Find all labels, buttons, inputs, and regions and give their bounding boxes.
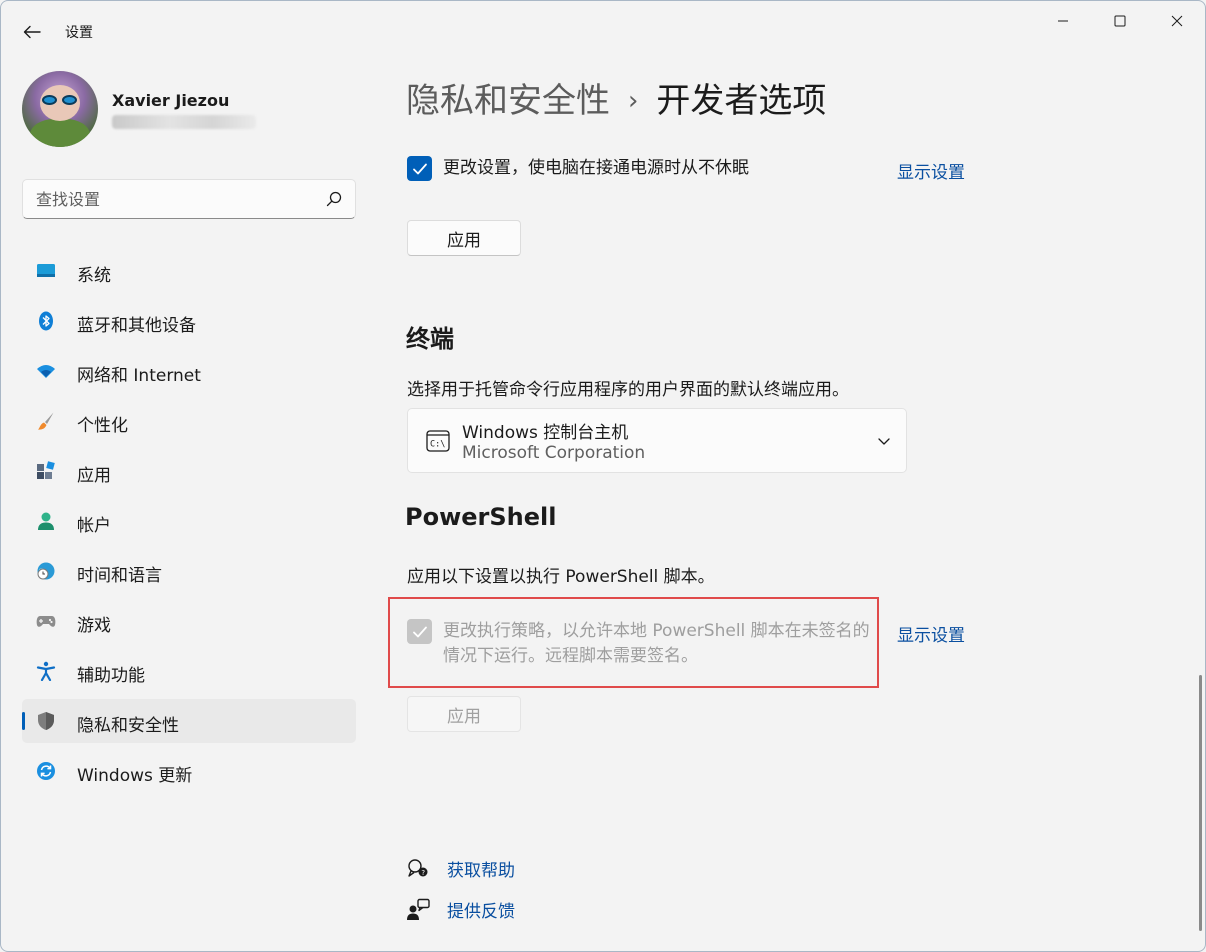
search-input[interactable]	[23, 180, 313, 218]
sidebar-item-gaming[interactable]: 游戏	[22, 599, 356, 643]
sidebar-item-accounts[interactable]: 帐户	[22, 499, 356, 543]
maximize-button[interactable]	[1091, 1, 1149, 41]
breadcrumb-parent-link[interactable]: 隐私和安全性	[406, 81, 610, 121]
powershell-execution-policy-label-line2: 情况下运行。远程脚本需要签名。	[443, 646, 698, 666]
sidebar-item-label: 隐私和安全性	[77, 716, 179, 736]
sidebar-item-network[interactable]: 网络和 Internet	[22, 349, 356, 393]
sidebar-item-label: 网络和 Internet	[77, 366, 201, 386]
sidebar-item-label: 帐户	[77, 516, 111, 536]
feedback-icon	[407, 898, 430, 920]
app-title: 设置	[65, 25, 93, 41]
powershell-show-settings-link[interactable]: 显示设置	[897, 621, 965, 646]
gamepad-icon	[36, 616, 56, 627]
sidebar-item-personalization[interactable]: 个性化	[22, 399, 356, 443]
avatar[interactable]	[22, 71, 98, 147]
terminal-section-description: 选择用于托管命令行应用程序的用户界面的默认终端应用。	[407, 380, 849, 400]
selection-indicator	[22, 712, 25, 730]
sidebar-item-system[interactable]: 系统	[22, 249, 356, 293]
sidebar-item-privacy-security[interactable]: 隐私和安全性	[22, 699, 356, 743]
sidebar-item-bluetooth[interactable]: 蓝牙和其他设备	[22, 299, 356, 343]
scrollbar-thumb[interactable]	[1199, 675, 1202, 931]
powershell-execution-policy-label-line1: 更改执行策略，以允许本地 PowerShell 脚本在未签名的	[443, 621, 870, 641]
svg-text:C:\: C:\	[430, 440, 445, 450]
search-box[interactable]	[22, 179, 356, 219]
powershell-apply-button[interactable]: 应用	[407, 696, 521, 732]
system-icon	[37, 264, 55, 277]
title-bar: 设置	[1, 1, 1205, 65]
help-chat-icon: ?	[408, 859, 428, 877]
minimize-icon	[1058, 20, 1068, 22]
power-never-sleep-label: 更改设置，使电脑在接通电源时从不休眠	[443, 158, 749, 178]
sidebar-item-label: 蓝牙和其他设备	[77, 316, 196, 336]
sidebar-item-accessibility[interactable]: 辅助功能	[22, 649, 356, 693]
page-title: 隐私和安全性 › 开发者选项	[406, 73, 826, 122]
brush-icon	[38, 412, 54, 430]
terminal-section-title: 终端	[406, 325, 454, 353]
accessibility-icon	[36, 661, 56, 681]
checkmark-icon	[412, 163, 427, 174]
back-button[interactable]	[15, 15, 49, 49]
wifi-icon	[37, 365, 55, 378]
terminal-selected-app: Windows 控制台主机	[462, 423, 629, 443]
sidebar-item-label: Windows 更新	[77, 766, 193, 786]
globe-clock-icon	[37, 562, 55, 580]
power-never-sleep-checkbox[interactable]	[407, 156, 432, 181]
feedback-label: 提供反馈	[447, 902, 515, 922]
shield-icon	[38, 712, 54, 730]
account-icon	[38, 512, 54, 530]
settings-window: 设置 Xavier Jiezou 查找设置 系统 蓝牙和其他设备 网络和 Int…	[0, 0, 1206, 952]
sidebar-item-apps[interactable]: 应用	[22, 449, 356, 493]
back-arrow-icon	[23, 25, 41, 39]
power-show-settings-link[interactable]: 显示设置	[897, 158, 965, 183]
terminal-app-dropdown[interactable]: C:\ Windows 控制台主机 Microsoft Corporation	[407, 408, 907, 473]
close-button[interactable]	[1148, 1, 1205, 41]
power-apply-button[interactable]: 应用	[407, 220, 521, 256]
terminal-selected-publisher: Microsoft Corporation	[462, 443, 646, 463]
sidebar-item-label: 时间和语言	[77, 566, 162, 586]
powershell-section-description: 应用以下设置以执行 PowerShell 脚本。	[407, 567, 715, 587]
user-email-redacted	[112, 115, 256, 129]
get-help-label: 获取帮助	[447, 861, 515, 881]
sidebar-item-label: 个性化	[77, 416, 128, 436]
sidebar-item-windows-update[interactable]: Windows 更新	[22, 749, 356, 793]
checkmark-icon	[412, 626, 427, 637]
user-name: Xavier Jiezou	[112, 91, 230, 110]
bluetooth-icon	[39, 311, 53, 331]
sidebar-item-time-language[interactable]: 时间和语言	[22, 549, 356, 593]
sidebar-item-label: 辅助功能	[77, 666, 145, 686]
search-icon[interactable]	[325, 190, 343, 208]
powershell-section-title: PowerShell	[405, 503, 557, 531]
console-icon: C:\	[426, 430, 450, 452]
update-icon	[37, 762, 55, 780]
maximize-icon	[1114, 15, 1126, 27]
sidebar-item-label: 系统	[77, 266, 111, 286]
svg-text:?: ?	[421, 869, 425, 877]
breadcrumb-separator: ›	[628, 86, 639, 116]
minimize-button[interactable]	[1034, 1, 1092, 41]
sidebar-item-label: 游戏	[77, 616, 111, 636]
sidebar-item-label: 应用	[77, 466, 111, 486]
close-icon	[1171, 15, 1183, 27]
breadcrumb-current: 开发者选项	[656, 81, 827, 121]
chevron-down-icon	[878, 438, 890, 445]
powershell-execution-policy-checkbox[interactable]	[407, 619, 432, 644]
apps-icon	[37, 461, 55, 479]
